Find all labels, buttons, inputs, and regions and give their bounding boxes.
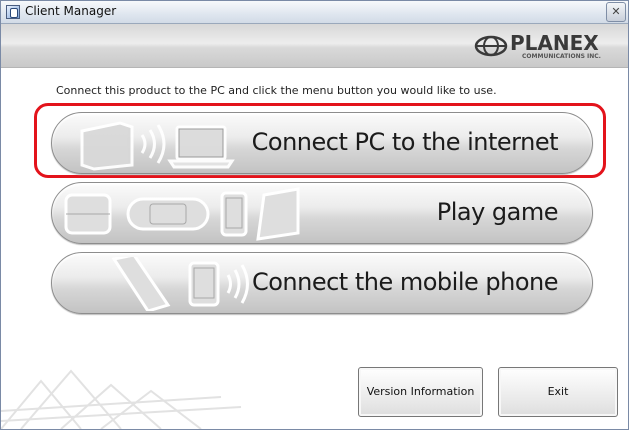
header-banner: PLANEX COMMUNICATIONS INC.: [1, 24, 628, 68]
brand-subtitle: COMMUNICATIONS INC.: [522, 53, 601, 60]
menu-label-mobile: Connect the mobile phone: [251, 268, 559, 296]
exit-button[interactable]: Exit: [498, 367, 618, 417]
brand-name: PLANEX: [510, 31, 599, 55]
version-information-button[interactable]: Version Information: [358, 367, 483, 417]
client-manager-window: Client Manager ✕ PLANEX COMMUNICATIONS I…: [0, 0, 629, 430]
connect-mobile-phone-button[interactable]: Connect the mobile phone: [51, 252, 593, 314]
instruction-text: Connect this product to the PC and click…: [56, 84, 497, 97]
play-game-button[interactable]: Play game: [51, 182, 593, 244]
connect-pc-internet-button[interactable]: Connect PC to the internet: [51, 112, 593, 174]
menu-label-internet: Connect PC to the internet: [251, 128, 559, 156]
menu-label-game: Play game: [436, 198, 559, 226]
decorative-footer-graphic: [1, 369, 242, 429]
planex-globe-icon: [474, 35, 508, 57]
planex-logo: PLANEX COMMUNICATIONS INC.: [474, 28, 624, 64]
title-bar[interactable]: Client Manager ✕: [1, 1, 628, 24]
game-consoles-icon: [64, 187, 300, 241]
close-button[interactable]: ✕: [606, 2, 626, 22]
window-title: Client Manager: [25, 4, 117, 18]
app-icon: [6, 5, 20, 19]
